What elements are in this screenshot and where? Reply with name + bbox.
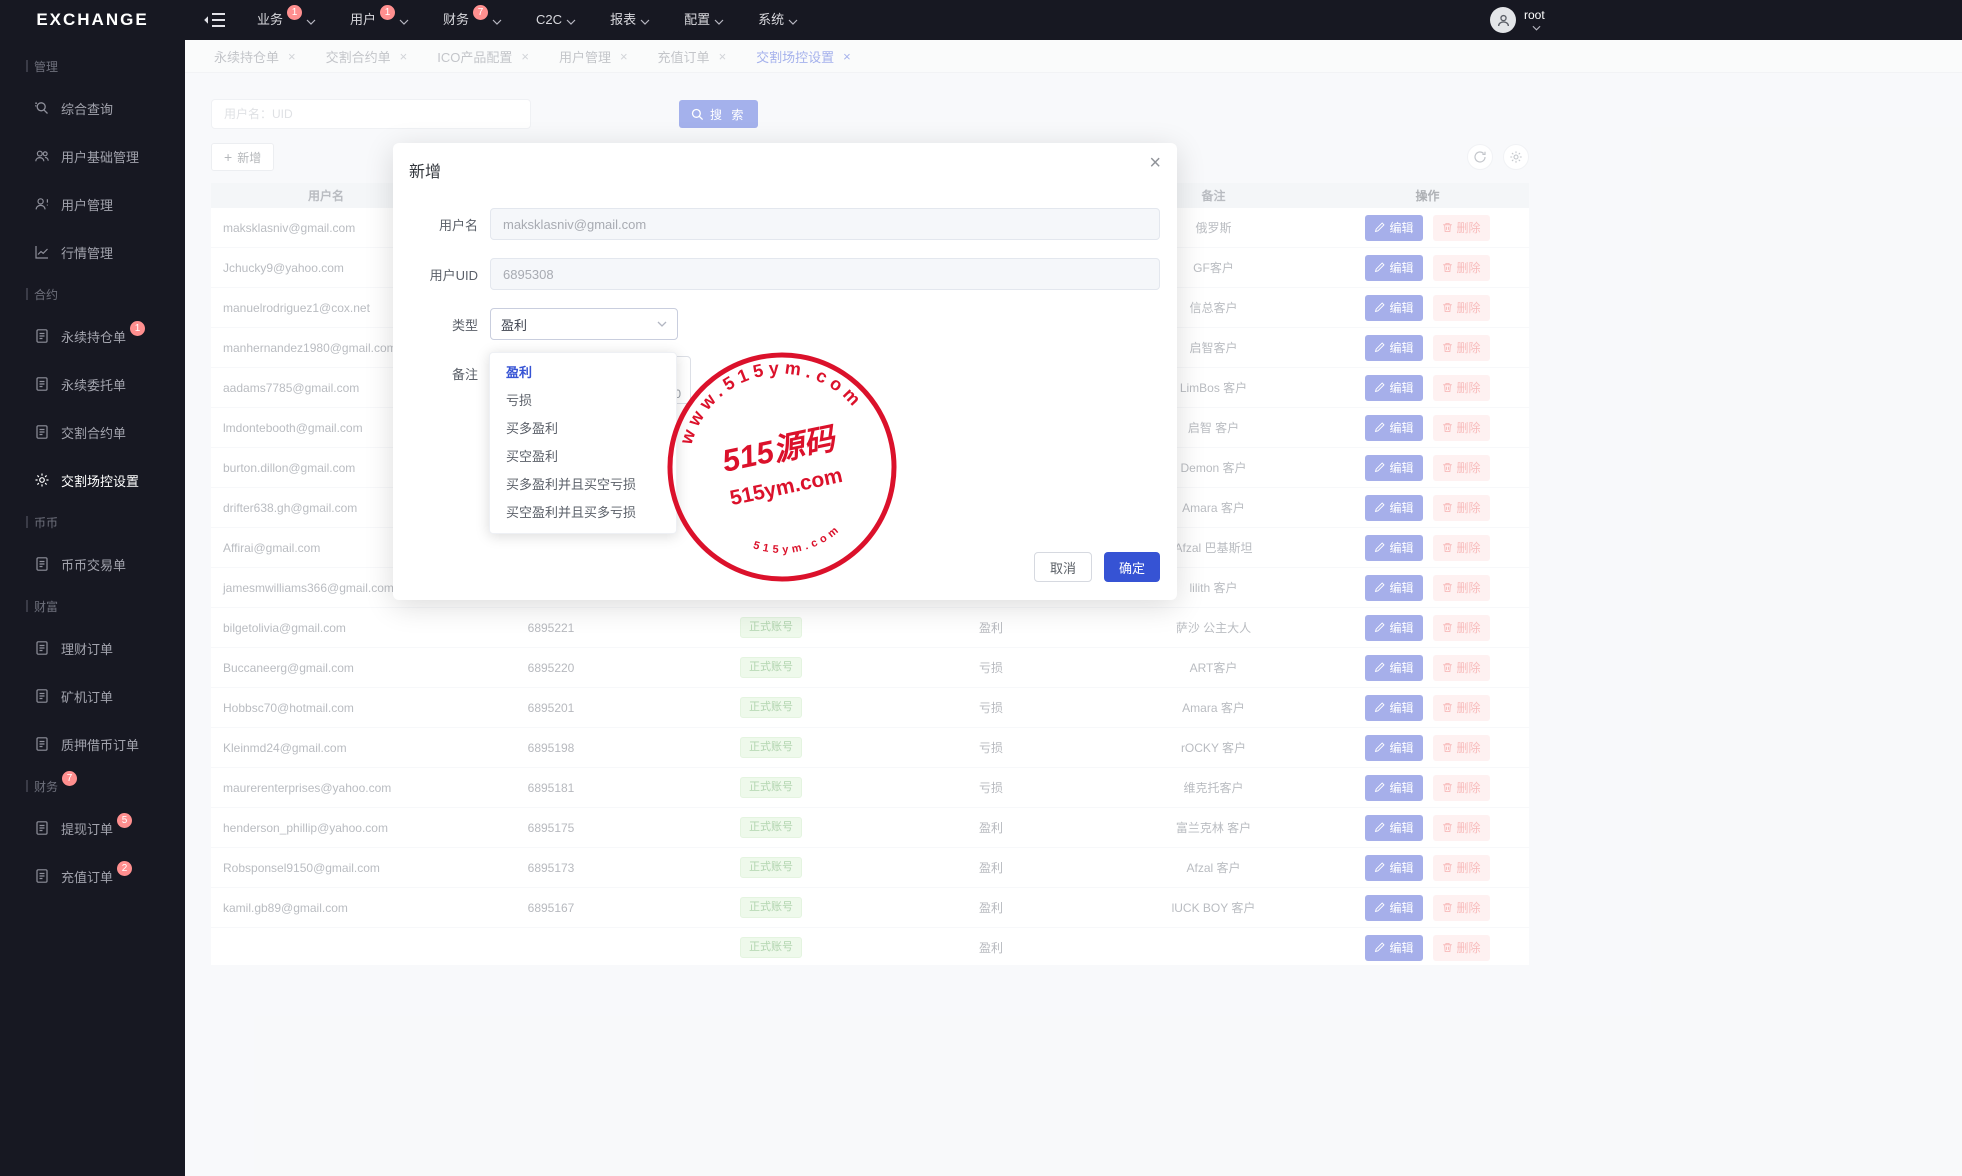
username-label: 用户名 — [393, 215, 478, 234]
sidebar-group-label: 币币 — [0, 504, 185, 540]
doc-icon — [34, 688, 51, 705]
chevron-down-icon — [657, 321, 667, 327]
sidebar-group-label: 财务 7 — [0, 768, 185, 804]
sidebar-item-用户管理[interactable]: 用户管理 — [0, 180, 185, 228]
sidebar-menu: 管理 综合查询 用户基础管理 用户管理 行情管理 合约 永续持仓单 1 永续委托… — [0, 40, 185, 1176]
notification-badge: 1 — [380, 5, 395, 20]
dropdown-option[interactable]: 买空盈利并且买多亏损 — [490, 499, 676, 527]
chevron-down-icon — [788, 19, 798, 25]
doc-icon — [34, 868, 51, 885]
sidebar-item-交割合约单[interactable]: 交割合约单 — [0, 408, 185, 456]
close-icon[interactable]: × — [1149, 153, 1161, 173]
sidebar-item-永续委托单[interactable]: 永续委托单 — [0, 360, 185, 408]
users-icon — [34, 148, 51, 165]
confirm-button[interactable]: 确定 — [1104, 552, 1160, 582]
chevron-down-icon — [566, 19, 576, 25]
notification-badge: 7 — [62, 771, 77, 786]
app-logo: EXCHANGE — [0, 0, 185, 40]
chevron-down-icon — [306, 19, 316, 25]
sidebar-group-label: 管理 — [0, 48, 185, 84]
topnav-item-系统[interactable]: 系统 — [758, 0, 798, 40]
sidebar-group-label: 财富 — [0, 588, 185, 624]
notification-badge: 5 — [117, 813, 132, 828]
sidebar-item-综合查询[interactable]: 综合查询 — [0, 84, 185, 132]
chevron-down-icon — [714, 19, 724, 25]
user-icon — [1496, 13, 1511, 28]
app-root: EXCHANGE 管理 综合查询 用户基础管理 用户管理 行情管理 合约 永续持… — [0, 0, 1962, 1176]
dropdown-option[interactable]: 买多盈利并且买空亏损 — [490, 471, 676, 499]
user-menu[interactable]: root — [1490, 0, 1545, 40]
type-select[interactable]: 盈利 — [490, 308, 678, 340]
notification-badge: 2 — [117, 861, 132, 876]
doc-icon — [34, 736, 51, 753]
uid-label: 用户UID — [393, 265, 478, 284]
notification-badge: 1 — [130, 321, 145, 336]
doc-icon — [34, 424, 51, 441]
sidebar-item-永续持仓单[interactable]: 永续持仓单 1 — [0, 312, 185, 360]
sidebar-item-用户基础管理[interactable]: 用户基础管理 — [0, 132, 185, 180]
dropdown-option[interactable]: 亏损 — [490, 387, 676, 415]
top-navigation: 业务 1 用户 1 财务 7 C2C 报表 配置 系统 — [257, 0, 798, 40]
sidebar-item-充值订单[interactable]: 充值订单 2 — [0, 852, 185, 900]
top-header: 业务 1 用户 1 财务 7 C2C 报表 配置 系统 root — [185, 0, 1962, 40]
user-icon — [34, 196, 51, 213]
uid-input — [490, 258, 1160, 290]
username-input — [490, 208, 1160, 240]
doc-icon — [34, 556, 51, 573]
type-dropdown: 盈利亏损买多盈利买空盈利买多盈利并且买空亏损买空盈利并且买多亏损 — [489, 352, 677, 534]
sidebar-item-币币交易单[interactable]: 币币交易单 — [0, 540, 185, 588]
topnav-item-业务[interactable]: 业务 1 — [257, 0, 316, 40]
chevron-down-icon — [1532, 25, 1541, 31]
chevron-down-icon — [492, 19, 502, 25]
chevron-down-icon — [640, 19, 650, 25]
notification-badge: 7 — [473, 5, 488, 20]
topnav-item-C2C[interactable]: C2C — [536, 0, 576, 40]
sidebar-item-行情管理[interactable]: 行情管理 — [0, 228, 185, 276]
topnav-item-用户[interactable]: 用户 1 — [350, 0, 409, 40]
dialog-title: 新增 — [409, 158, 441, 182]
doc-icon — [34, 820, 51, 837]
remark-label: 备注 — [393, 356, 478, 383]
doc-icon — [34, 376, 51, 393]
notification-badge: 1 — [287, 5, 302, 20]
dropdown-option[interactable]: 买多盈利 — [490, 415, 676, 443]
doc-icon — [34, 328, 51, 345]
sidebar-item-提现订单[interactable]: 提现订单 5 — [0, 804, 185, 852]
type-select-value: 盈利 — [501, 315, 527, 334]
chevron-down-icon — [399, 19, 409, 25]
topnav-item-配置[interactable]: 配置 — [684, 0, 724, 40]
sidebar-item-质押借币订单[interactable]: 质押借币订单 — [0, 720, 185, 768]
cancel-button[interactable]: 取消 — [1034, 552, 1092, 582]
topnav-item-财务[interactable]: 财务 7 — [443, 0, 502, 40]
menu-collapse-button[interactable] — [203, 12, 227, 28]
chart-icon — [34, 244, 51, 261]
sidebar-group-label: 合约 — [0, 276, 185, 312]
hamburger-icon — [203, 12, 227, 28]
doc-icon — [34, 640, 51, 657]
type-label: 类型 — [393, 315, 478, 334]
sidebar: EXCHANGE 管理 综合查询 用户基础管理 用户管理 行情管理 合约 永续持… — [0, 0, 185, 1176]
user-name: root — [1524, 9, 1545, 21]
sidebar-item-理财订单[interactable]: 理财订单 — [0, 624, 185, 672]
topnav-item-报表[interactable]: 报表 — [610, 0, 650, 40]
dropdown-option[interactable]: 盈利 — [490, 359, 676, 387]
gear-icon — [34, 472, 51, 489]
dropdown-option[interactable]: 买空盈利 — [490, 443, 676, 471]
search-icon — [34, 100, 51, 117]
avatar — [1490, 7, 1516, 33]
sidebar-item-交割场控设置[interactable]: 交割场控设置 — [0, 456, 185, 504]
sidebar-item-矿机订单[interactable]: 矿机订单 — [0, 672, 185, 720]
